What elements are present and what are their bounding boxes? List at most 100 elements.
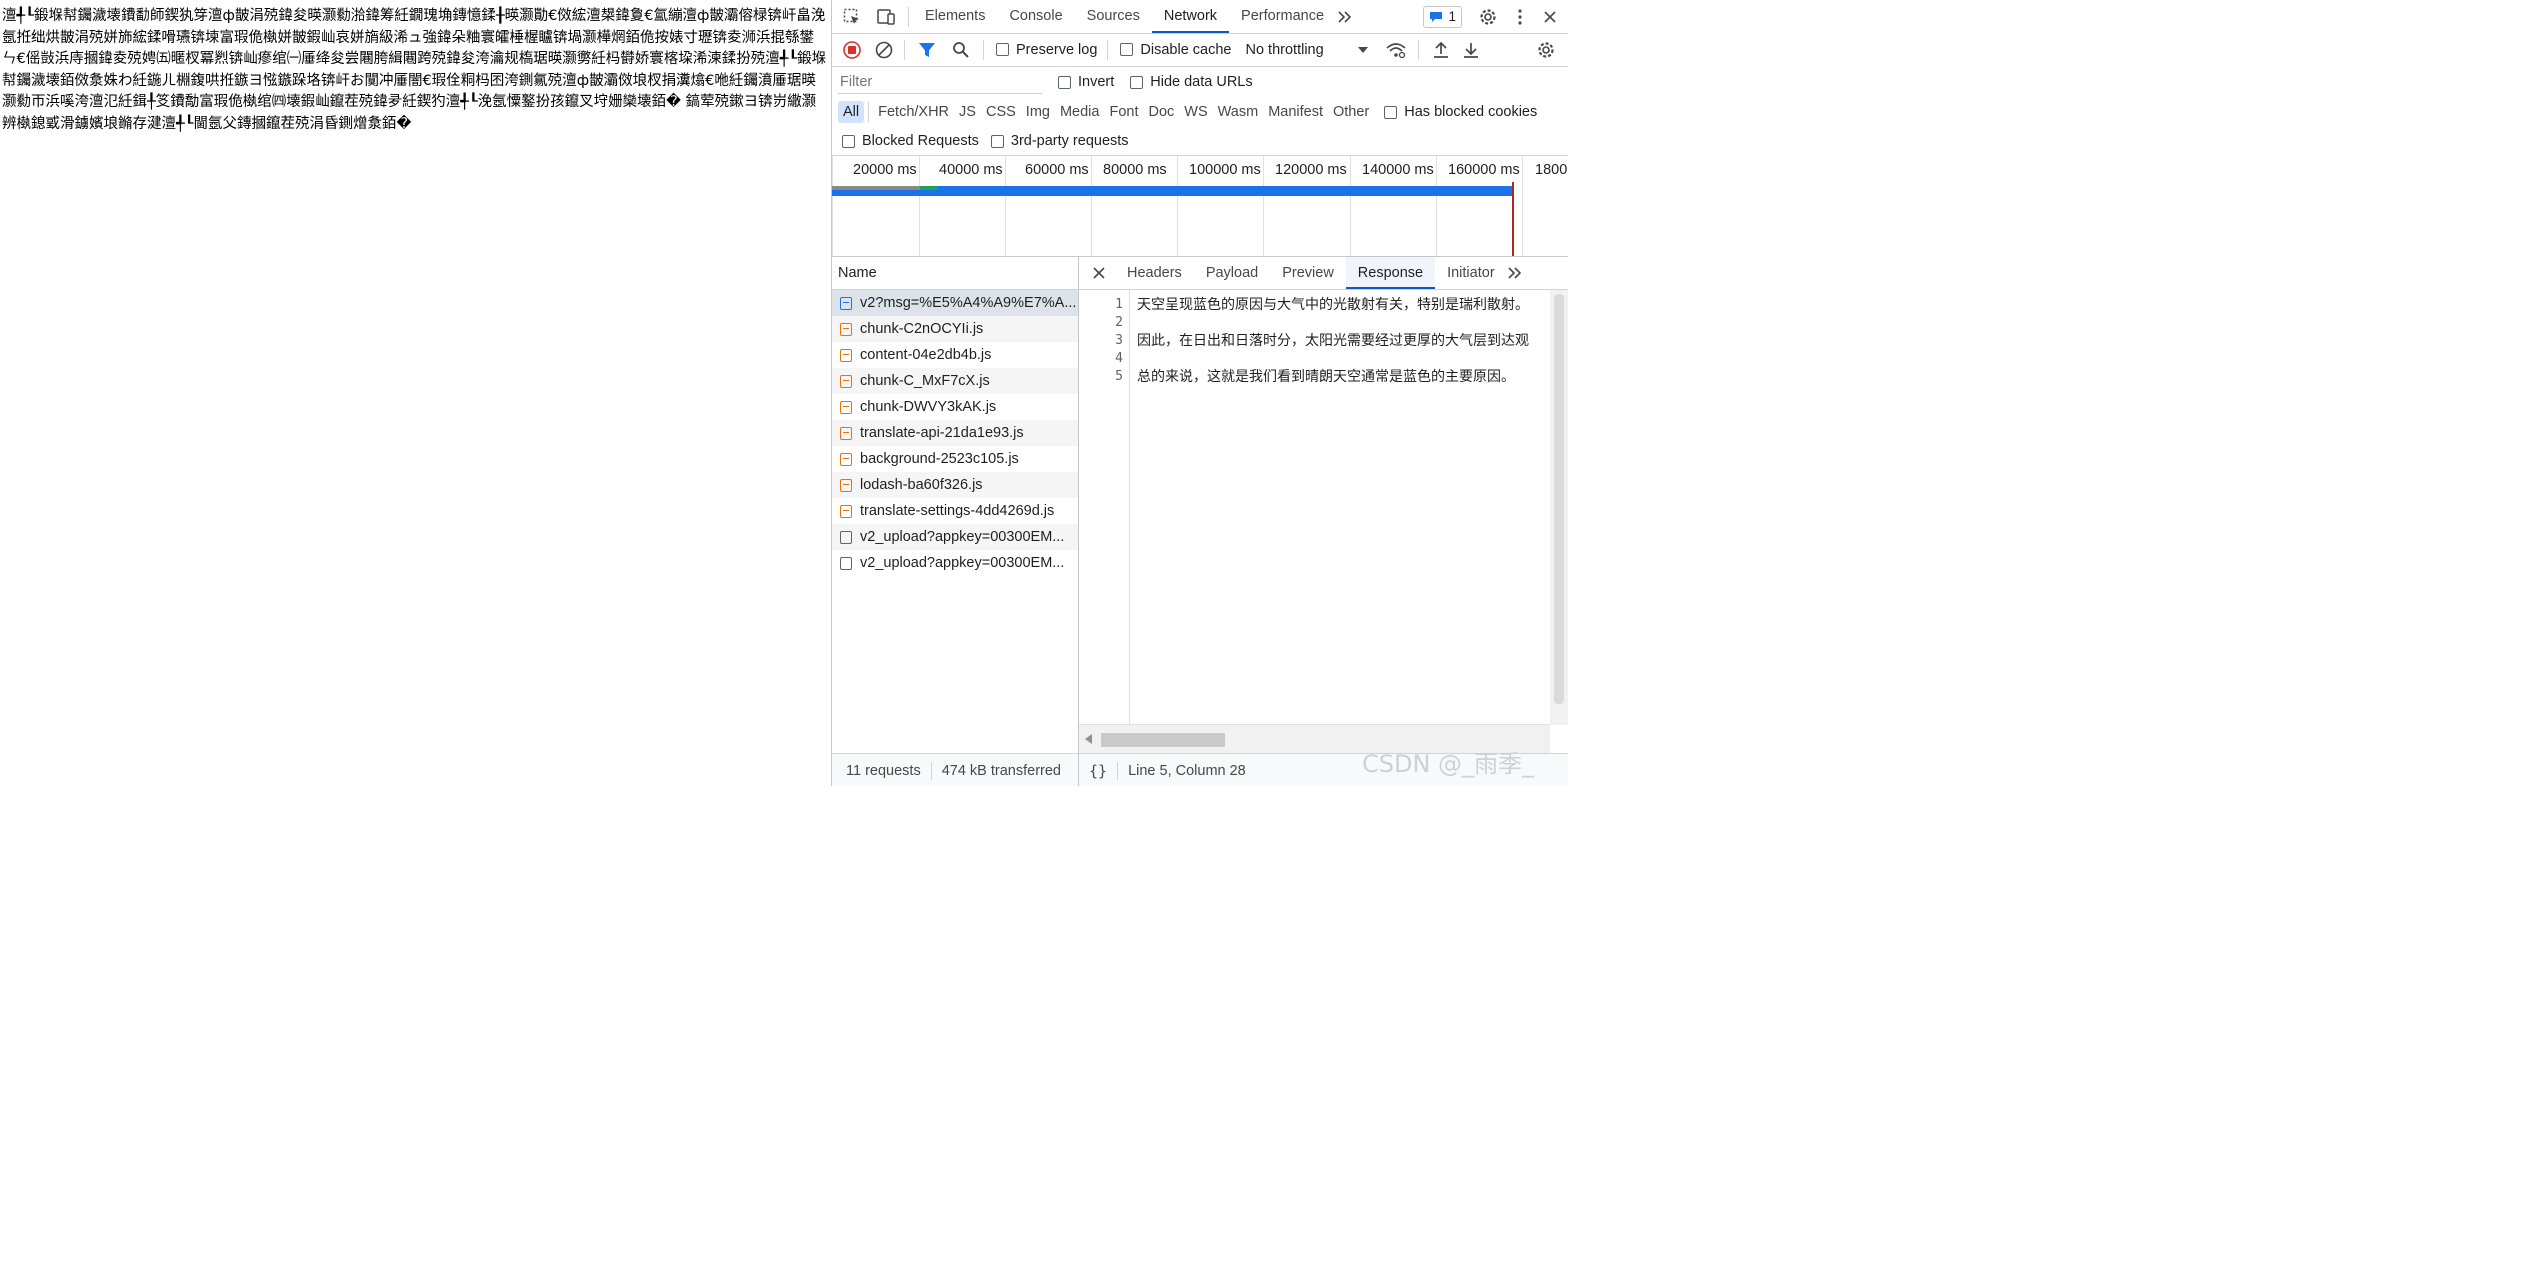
tab-console[interactable]: Console (997, 0, 1074, 33)
close-detail-icon[interactable] (1087, 261, 1111, 285)
vertical-scrollbar[interactable] (1550, 290, 1568, 725)
request-row[interactable]: translate-api-21da1e93.js (832, 420, 1078, 446)
timeline-tick-label: 120000 ms (1275, 162, 1347, 178)
type-filter-font[interactable]: Font (1104, 101, 1143, 123)
filter-funnel-icon[interactable] (915, 38, 939, 62)
timeline-tick-label: 160000 ms (1448, 162, 1520, 178)
name-column-header[interactable]: Name (832, 257, 1078, 290)
network-summary-bar: 11 requests 474 kB transferred (832, 753, 1079, 786)
third-party-requests-label: 3rd-party requests (1010, 133, 1129, 149)
preserve-log-checkbox[interactable]: Preserve log (996, 42, 1097, 58)
transferred-size: 474 kB transferred (941, 762, 1061, 779)
blocked-requests-checkbox[interactable]: Blocked Requests (842, 133, 979, 149)
request-row[interactable]: v2?msg=%E5%A4%A9%E7%A... (832, 290, 1078, 316)
request-row[interactable]: v2_upload?appkey=00300EM... (832, 550, 1078, 576)
script-file-icon (840, 400, 852, 414)
tab-response[interactable]: Response (1345, 257, 1436, 289)
line-number: 2 (1115, 315, 1123, 330)
request-name: content-04e2db4b.js (860, 347, 992, 363)
type-filter-all[interactable]: All (838, 101, 865, 123)
type-filter-other[interactable]: Other (1328, 101, 1374, 123)
checkbox-box (996, 43, 1009, 56)
type-filter-fetch-xhr[interactable]: Fetch/XHR (873, 101, 954, 123)
request-row[interactable]: chunk-C_MxF7cX.js (832, 368, 1078, 394)
blocked-filters-row: Blocked Requests 3rd-party requests (832, 127, 1568, 156)
scrollbar-thumb[interactable] (1101, 733, 1225, 747)
tab-network[interactable]: Network (1151, 0, 1230, 33)
settings-gear-icon[interactable] (1476, 5, 1500, 29)
request-row[interactable]: chunk-C2nOCYIi.js (832, 316, 1078, 342)
invert-label: Invert (1078, 74, 1115, 90)
type-filter-manifest[interactable]: Manifest (1263, 101, 1328, 123)
requests-list: v2?msg=%E5%A4%A9%E7%A... chunk-C2nOCYIi.… (832, 290, 1078, 576)
type-filter-js[interactable]: JS (954, 101, 981, 123)
script-file-icon (840, 348, 852, 362)
record-stop-icon[interactable] (840, 38, 864, 62)
request-name: translate-api-21da1e93.js (860, 425, 1024, 441)
hide-data-urls-label: Hide data URLs (1150, 74, 1253, 90)
type-filter-ws[interactable]: WS (1179, 101, 1212, 123)
response-line (1137, 314, 1550, 332)
device-toolbar-icon[interactable] (874, 5, 898, 29)
type-filter-wasm[interactable]: Wasm (1213, 101, 1264, 123)
type-filter-media[interactable]: Media (1055, 101, 1105, 123)
tab-payload[interactable]: Payload (1194, 257, 1270, 289)
request-row[interactable]: content-04e2db4b.js (832, 342, 1078, 368)
request-row[interactable]: chunk-DWVY3kAK.js (832, 394, 1078, 420)
tab-initiator[interactable]: Initiator (1435, 257, 1507, 289)
import-har-upload-icon[interactable] (1429, 38, 1453, 62)
tab-sources[interactable]: Sources (1075, 0, 1152, 33)
has-blocked-cookies-checkbox[interactable]: Has blocked cookies (1384, 104, 1537, 120)
network-settings-gear-icon[interactable] (1534, 38, 1558, 62)
script-file-icon (840, 322, 852, 336)
line-number-gutter: 1 2 3 4 5 (1079, 290, 1130, 725)
network-conditions-wifi-icon[interactable] (1384, 38, 1408, 62)
tab-performance[interactable]: Performance (1229, 0, 1336, 33)
type-filter-doc[interactable]: Doc (1143, 101, 1179, 123)
devtools-panel: Elements Console Sources Network Perform… (831, 0, 1568, 786)
request-row[interactable]: background-2523c105.js (832, 446, 1078, 472)
clear-icon[interactable] (872, 38, 896, 62)
line-number: 3 (1115, 333, 1123, 348)
third-party-requests-checkbox[interactable]: 3rd-party requests (990, 133, 1129, 149)
filter-input[interactable] (838, 70, 1042, 94)
line-number: 4 (1115, 351, 1123, 366)
response-code-viewer[interactable]: 1 2 3 4 5 天空呈现蓝色的原因与大气中的光散射有关，特别是瑞利散射。 因… (1079, 290, 1550, 725)
type-filter-img[interactable]: Img (1021, 101, 1055, 123)
timeline-load-marker (1512, 182, 1514, 256)
response-line (1137, 350, 1550, 368)
request-row[interactable]: lodash-ba60f326.js (832, 472, 1078, 498)
preserve-log-label: Preserve log (1016, 41, 1098, 58)
script-file-icon (840, 504, 852, 518)
tab-headers[interactable]: Headers (1115, 257, 1194, 289)
disable-cache-checkbox[interactable]: Disable cache (1120, 42, 1231, 58)
scrollbar-thumb[interactable] (1554, 294, 1564, 704)
throttling-select[interactable]: No throttling (1245, 42, 1368, 58)
request-name: chunk-C2nOCYIi.js (860, 321, 984, 337)
more-detail-tabs-chevron-icon[interactable] (1507, 261, 1523, 285)
script-file-icon (840, 426, 852, 440)
timeline-gridline (1263, 156, 1264, 256)
issues-badge[interactable]: 1 (1423, 5, 1462, 28)
network-overview-timeline[interactable]: 20000 ms 40000 ms 60000 ms 80000 ms 1000… (832, 156, 1568, 257)
tab-elements[interactable]: Elements (913, 0, 997, 33)
search-icon[interactable] (949, 38, 973, 62)
inspect-element-icon[interactable] (840, 5, 864, 29)
divider (930, 761, 932, 780)
scroll-left-arrow-icon[interactable] (1085, 734, 1093, 744)
tab-preview[interactable]: Preview (1270, 257, 1346, 289)
more-tabs-chevron-icon[interactable] (1336, 5, 1354, 29)
checkbox-box (990, 134, 1004, 148)
close-devtools-icon[interactable] (1538, 5, 1562, 29)
hide-data-urls-checkbox[interactable]: Hide data URLs (1130, 74, 1253, 90)
timeline-waiting-bar (832, 186, 920, 190)
type-filter-css[interactable]: CSS (981, 101, 1021, 123)
request-row[interactable]: translate-settings-4dd4269d.js (832, 498, 1078, 524)
request-row[interactable]: v2_upload?appkey=00300EM... (832, 524, 1078, 550)
pretty-print-braces-icon[interactable]: {} (1089, 762, 1107, 780)
kebab-menu-icon[interactable] (1508, 5, 1532, 29)
blocked-requests-label: Blocked Requests (862, 133, 979, 149)
invert-checkbox[interactable]: Invert (1058, 74, 1114, 90)
export-har-download-icon[interactable] (1459, 38, 1483, 62)
checkbox-box (1384, 105, 1398, 119)
